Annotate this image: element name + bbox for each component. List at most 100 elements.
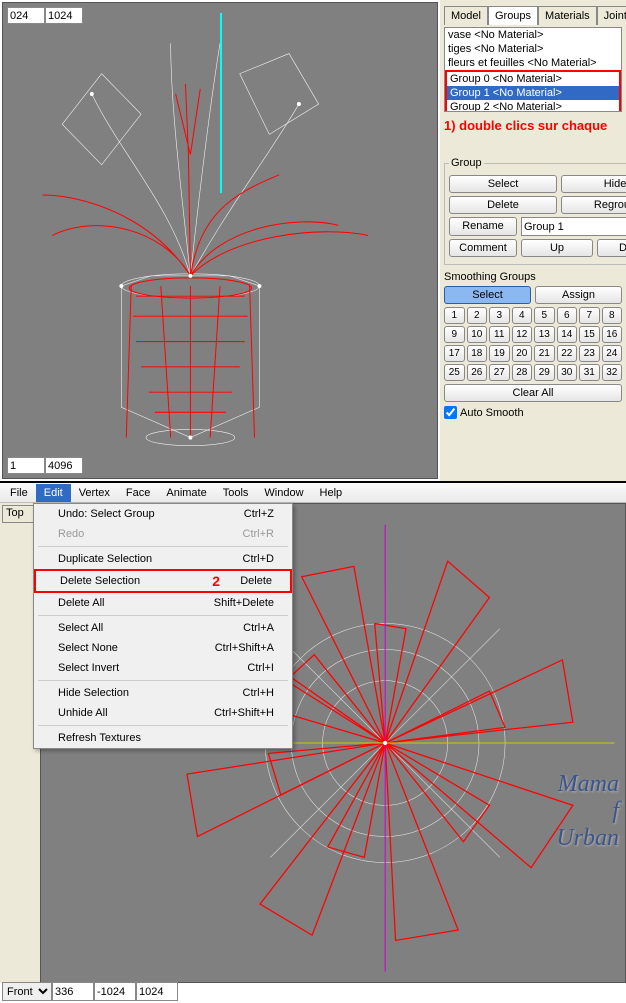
smooth-num-17[interactable]: 17 <box>444 345 465 362</box>
menu-file[interactable]: File <box>2 484 36 502</box>
smooth-num-28[interactable]: 28 <box>512 364 533 381</box>
coord-a[interactable] <box>52 982 94 1001</box>
menu-tools[interactable]: Tools <box>215 484 257 502</box>
menu-duplicate[interactable]: Duplicate SelectionCtrl+D <box>34 549 292 569</box>
menu-delete-selection[interactable]: Delete SelectionDelete 2 <box>34 569 292 593</box>
smooth-num-5[interactable]: 5 <box>534 307 555 324</box>
annotation-box-1: Group 0 <No Material> Group 1 <No Materi… <box>445 70 621 112</box>
list-item[interactable]: Group 2 <No Material> <box>447 100 619 112</box>
menu-refresh-textures[interactable]: Refresh Textures <box>34 728 292 748</box>
select-button[interactable]: Select <box>449 175 557 193</box>
menu-sep <box>38 615 288 616</box>
smooth-num-18[interactable]: 18 <box>467 345 488 362</box>
view-select[interactable]: Front <box>2 982 52 1001</box>
smooth-num-16[interactable]: 16 <box>602 326 623 343</box>
smooth-num-12[interactable]: 12 <box>512 326 533 343</box>
tab-materials[interactable]: Materials <box>538 6 597 25</box>
tab-row: Model Groups Materials Joints <box>444 4 622 27</box>
annotation-text-2: 2 <box>212 573 220 589</box>
smooth-num-19[interactable]: 19 <box>489 345 510 362</box>
menu-animate[interactable]: Animate <box>158 484 214 502</box>
delete-button[interactable]: Delete <box>449 196 557 214</box>
list-item[interactable]: fleurs et feuilles <No Material> <box>445 56 621 70</box>
smooth-num-8[interactable]: 8 <box>602 307 623 324</box>
menu-select-none[interactable]: Select NoneCtrl+Shift+A <box>34 638 292 658</box>
viewport-bot-2[interactable] <box>45 457 83 474</box>
smooth-num-26[interactable]: 26 <box>467 364 488 381</box>
smooth-num-9[interactable]: 9 <box>444 326 465 343</box>
smooth-num-14[interactable]: 14 <box>557 326 578 343</box>
menu-select-all[interactable]: Select AllCtrl+A <box>34 618 292 638</box>
group-legend: Group <box>449 157 484 169</box>
tab-groups[interactable]: Groups <box>488 6 538 25</box>
smooth-num-23[interactable]: 23 <box>579 345 600 362</box>
menu-hide-selection[interactable]: Hide SelectionCtrl+H <box>34 683 292 703</box>
side-panel: Model Groups Materials Joints vase <No M… <box>440 0 626 481</box>
smooth-assign-button[interactable]: Assign <box>535 286 622 304</box>
smoothing-title: Smoothing Groups <box>444 271 622 283</box>
smooth-num-24[interactable]: 24 <box>602 345 623 362</box>
smooth-num-13[interactable]: 13 <box>534 326 555 343</box>
smooth-select-button[interactable]: Select <box>444 286 531 304</box>
bot-inputs: Front <box>2 982 178 1001</box>
smooth-num-7[interactable]: 7 <box>579 307 600 324</box>
list-item[interactable]: Group 0 <No Material> <box>447 72 619 86</box>
smooth-num-3[interactable]: 3 <box>489 307 510 324</box>
menu-edit[interactable]: Edit <box>36 484 71 502</box>
autosmooth-checkbox[interactable] <box>444 406 457 419</box>
menu-delete-all[interactable]: Delete AllShift+Delete <box>34 593 292 613</box>
smooth-num-30[interactable]: 30 <box>557 364 578 381</box>
smooth-num-25[interactable]: 25 <box>444 364 465 381</box>
smooth-num-32[interactable]: 32 <box>602 364 623 381</box>
menu-redo[interactable]: RedoCtrl+R <box>34 524 292 544</box>
menubar: File Edit Vertex Face Animate Tools Wind… <box>0 483 626 503</box>
smooth-num-11[interactable]: 11 <box>489 326 510 343</box>
edit-dropdown: Undo: Select GroupCtrl+Z RedoCtrl+R Dupl… <box>33 503 293 749</box>
list-item[interactable]: vase <No Material> <box>445 28 621 42</box>
smooth-num-1[interactable]: 1 <box>444 307 465 324</box>
tab-model[interactable]: Model <box>444 6 488 25</box>
menu-vertex[interactable]: Vertex <box>71 484 118 502</box>
list-item[interactable]: tiges <No Material> <box>445 42 621 56</box>
smooth-num-22[interactable]: 22 <box>557 345 578 362</box>
regroup-button[interactable]: Regroup <box>561 196 626 214</box>
list-item-selected[interactable]: Group 1 <No Material> <box>447 86 619 100</box>
top-viewport[interactable] <box>2 2 438 479</box>
comment-button[interactable]: Comment <box>449 239 517 257</box>
watermark: Mama f Urban <box>556 771 619 852</box>
autosmooth-row[interactable]: Auto Smooth <box>444 406 622 419</box>
autosmooth-label: Auto Smooth <box>460 407 524 419</box>
coord-c[interactable] <box>136 982 178 1001</box>
down-button[interactable]: Down <box>597 239 626 257</box>
hide-button[interactable]: Hide <box>561 175 626 193</box>
smooth-num-27[interactable]: 27 <box>489 364 510 381</box>
menu-sep <box>38 546 288 547</box>
tab-joints[interactable]: Joints <box>597 6 626 25</box>
smooth-num-21[interactable]: 21 <box>534 345 555 362</box>
menu-undo[interactable]: Undo: Select GroupCtrl+Z <box>34 504 292 524</box>
smooth-num-10[interactable]: 10 <box>467 326 488 343</box>
coord-b[interactable] <box>94 982 136 1001</box>
smooth-num-15[interactable]: 15 <box>579 326 600 343</box>
menu-face[interactable]: Face <box>118 484 158 502</box>
viewport-bot-1[interactable] <box>7 457 45 474</box>
annotation-text-1: 1) double clics sur chaque <box>444 118 622 133</box>
rename-button[interactable]: Rename <box>449 217 517 236</box>
up-button[interactable]: Up <box>521 239 593 257</box>
smooth-num-4[interactable]: 4 <box>512 307 533 324</box>
smooth-num-31[interactable]: 31 <box>579 364 600 381</box>
menu-window[interactable]: Window <box>256 484 311 502</box>
menu-select-invert[interactable]: Select InvertCtrl+I <box>34 658 292 678</box>
menu-unhide-all[interactable]: Unhide AllCtrl+Shift+H <box>34 703 292 723</box>
group-name-input[interactable] <box>521 217 626 236</box>
groups-listbox[interactable]: vase <No Material> tiges <No Material> f… <box>444 27 622 112</box>
smooth-num-2[interactable]: 2 <box>467 307 488 324</box>
menu-help[interactable]: Help <box>312 484 351 502</box>
smooth-num-6[interactable]: 6 <box>557 307 578 324</box>
smooth-num-29[interactable]: 29 <box>534 364 555 381</box>
wireframe-vase <box>3 3 437 478</box>
smooth-num-20[interactable]: 20 <box>512 345 533 362</box>
clear-all-button[interactable]: Clear All <box>444 384 622 402</box>
menu-sep <box>38 725 288 726</box>
group-fieldset: Group Select Hide Delete Regroup Rename … <box>444 157 626 265</box>
